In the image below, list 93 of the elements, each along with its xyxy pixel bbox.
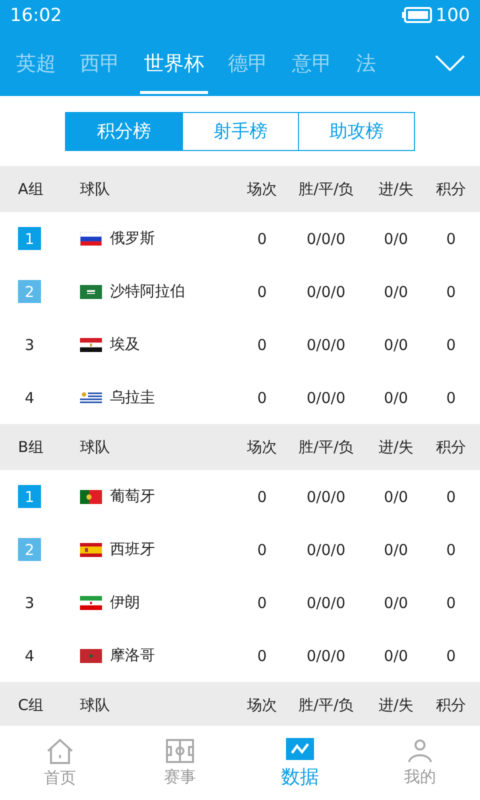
rank: 3	[24, 334, 36, 356]
table-cell-text: 0/0	[382, 282, 410, 300]
table-cell-text: 0	[445, 488, 457, 506]
rank: 2	[18, 280, 41, 303]
group-name: A组	[18, 180, 44, 198]
flag-icon	[80, 232, 102, 246]
column-header: 场次	[246, 438, 278, 456]
column-header: 胜/平/负	[297, 438, 355, 456]
table-cell-text: 0	[445, 540, 457, 558]
team-name: 沙特阿拉伯	[110, 282, 185, 301]
column-header: 球队	[80, 180, 111, 198]
flag-icon	[80, 490, 102, 504]
table-cell-text: 0/0/0	[306, 336, 346, 354]
league-tab[interactable]: 世界杯	[132, 30, 216, 96]
rank: 2	[18, 538, 41, 561]
table-cell-text: 0	[256, 594, 268, 612]
pitch-icon	[166, 739, 194, 763]
table-cell-text: 0	[445, 594, 457, 612]
table-cell-text: 0/0	[382, 388, 410, 406]
column-header: 胜/平/负	[297, 696, 355, 714]
team-name: 伊朗	[110, 593, 140, 612]
segment-tab[interactable]: 积分榜	[66, 112, 182, 150]
nav-item[interactable]: 首页	[0, 726, 120, 800]
nav-item[interactable]: 数据	[240, 726, 360, 800]
clock: 16:02	[10, 4, 62, 26]
column-header: 积分	[435, 696, 467, 714]
table-cell-text: 0/0/0	[306, 594, 346, 612]
table-cell-text: 0	[445, 336, 457, 354]
column-header: 球队	[80, 696, 111, 714]
column-header: 积分	[435, 180, 467, 198]
table-cell-text: 0	[445, 388, 457, 406]
table-cell-text: 0	[256, 336, 268, 354]
table-cell-text: 0/0	[382, 594, 410, 612]
table-cell-text: 0/0/0	[306, 488, 346, 506]
table-cell-text: 0	[256, 230, 268, 248]
table-cell-text: 0/0	[382, 336, 410, 354]
rank: 4	[24, 646, 36, 666]
battery-icon	[402, 7, 432, 23]
table-cell-text: 0	[256, 646, 268, 664]
league-tab[interactable]: 英超	[4, 30, 68, 96]
table-cell-text: 0	[445, 282, 457, 300]
rank: 4	[24, 388, 36, 408]
column-header: 场次	[246, 180, 278, 198]
nav-item[interactable]: 赛事	[120, 726, 240, 800]
nav-item[interactable]: 我的	[360, 726, 480, 800]
table-cell-text: 0/0/0	[306, 282, 346, 300]
league-tab[interactable]: 德甲	[216, 30, 280, 96]
table-cell-text: 0	[445, 230, 457, 248]
column-header: 场次	[246, 696, 278, 714]
table-cell-text: 0	[256, 282, 268, 300]
column-header: 进/失	[377, 438, 415, 456]
flag-icon	[80, 648, 102, 662]
league-tab[interactable]: 法	[344, 30, 388, 96]
person-icon	[407, 739, 433, 763]
rank: 3	[24, 592, 36, 614]
table-cell-text: 0/0/0	[306, 388, 346, 406]
team-name: 摩洛哥	[110, 646, 155, 665]
table-cell-text: 0/0	[382, 230, 410, 248]
table-cell-text: 0	[256, 388, 268, 406]
flag-icon	[80, 596, 102, 610]
league-tab[interactable]: 意甲	[280, 30, 344, 96]
flag-icon	[80, 284, 102, 298]
league-tab[interactable]: 西甲	[68, 30, 132, 96]
team-name: 俄罗斯	[110, 229, 155, 248]
table-cell-text: 0/0	[382, 540, 410, 558]
column-header: 进/失	[377, 696, 415, 714]
battery-level: 100	[436, 4, 470, 26]
flag-icon	[80, 338, 102, 352]
chevron-down-icon[interactable]	[435, 55, 465, 71]
team-name: 乌拉圭	[110, 388, 155, 407]
table-cell-text: 0/0/0	[306, 230, 346, 248]
team-name: 埃及	[110, 335, 140, 354]
chart-icon	[286, 738, 314, 760]
group-name: C组	[18, 696, 44, 714]
rank: 1	[18, 227, 41, 250]
table-cell-text: 0	[256, 488, 268, 506]
rank: 1	[18, 485, 41, 508]
table-cell-text: 0	[445, 646, 457, 664]
group-name: B组	[18, 438, 44, 456]
team-name: 西班牙	[110, 540, 155, 559]
flag-icon	[80, 390, 102, 404]
column-header: 积分	[435, 438, 467, 456]
column-header: 球队	[80, 438, 111, 456]
table-cell-text: 0/0/0	[306, 646, 346, 664]
column-header: 胜/平/负	[297, 180, 355, 198]
column-header: 进/失	[377, 180, 415, 198]
table-cell-text: 0	[256, 540, 268, 558]
table-cell-text: 0/0/0	[306, 540, 346, 558]
table-cell-text: 0/0	[382, 646, 410, 664]
team-name: 葡萄牙	[110, 487, 155, 506]
home-icon	[46, 738, 74, 764]
table-cell-text: 0/0	[382, 488, 410, 506]
flag-icon	[80, 542, 102, 556]
